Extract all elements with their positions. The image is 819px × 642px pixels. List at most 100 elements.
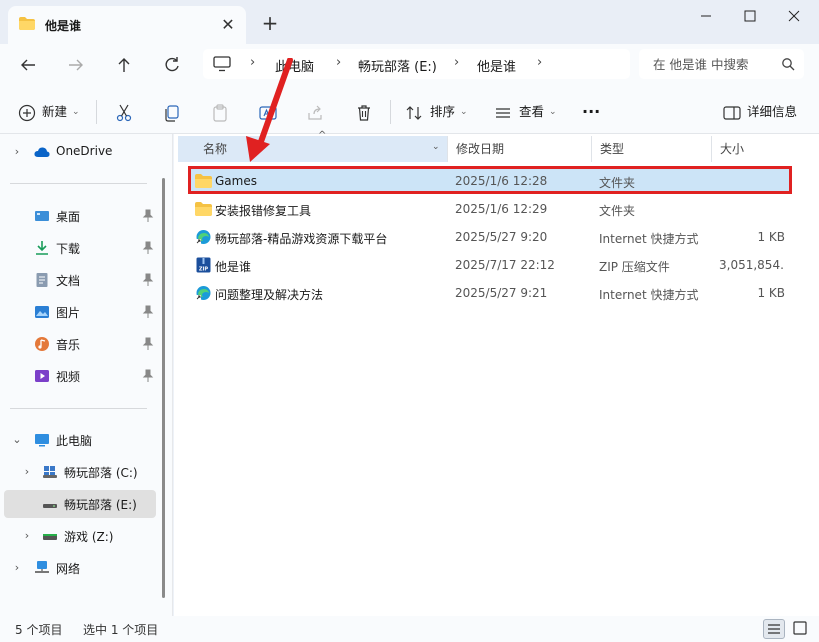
- details-pane-icon: [723, 106, 741, 120]
- forward-button[interactable]: [63, 52, 89, 78]
- address-row: › 此电脑 › 畅玩部落 (E:) › 他是谁 ›: [0, 44, 819, 86]
- command-bar: 新建 ⌄ 排序 ⌄ 查看 ⌄ ··· 详细信息: [0, 86, 819, 134]
- pin-icon[interactable]: [142, 369, 154, 383]
- music-icon: [35, 337, 49, 351]
- sidebar-item-downloads[interactable]: 下载: [4, 234, 156, 262]
- sidebar-item-videos[interactable]: 视频: [4, 362, 156, 390]
- file-date: 2025/5/27 9:21: [455, 286, 548, 300]
- new-tab-button[interactable]: +: [258, 12, 282, 36]
- arrow-up-icon: [118, 58, 130, 72]
- network-icon: [35, 561, 49, 573]
- file-date: 2025/1/6 12:29: [455, 202, 548, 216]
- chevron-right-icon: ›: [537, 55, 543, 70]
- column-header-size[interactable]: 大小: [712, 136, 792, 162]
- computer-icon: [213, 56, 231, 72]
- item-count: 5 个项目: [15, 623, 63, 637]
- tab-current[interactable]: 他是谁 ✕: [8, 6, 246, 44]
- sidebar-item-this-pc[interactable]: ⌄ 此电脑: [4, 426, 156, 454]
- breadcrumb-drive-e[interactable]: 畅玩部落 (E:): [358, 56, 437, 75]
- column-header-label: 类型: [600, 142, 625, 156]
- column-header-type[interactable]: 类型: [592, 136, 711, 162]
- details-view-button[interactable]: [763, 619, 785, 639]
- search-box[interactable]: [639, 49, 804, 79]
- file-row[interactable]: 安装报错修复工具 2025/1/6 12:29 文件夹: [190, 196, 789, 222]
- sort-button[interactable]: 排序: [430, 102, 455, 122]
- close-window-button[interactable]: [774, 4, 814, 28]
- copy-icon[interactable]: [162, 103, 182, 123]
- more-options-button[interactable]: ···: [582, 102, 600, 122]
- file-name: 安装报错修复工具: [215, 204, 312, 218]
- sidebar-scrollbar[interactable]: [162, 178, 165, 598]
- sidebar-item-pictures[interactable]: 图片: [4, 298, 156, 326]
- selection-count: 选中 1 个项目: [83, 623, 159, 637]
- file-date: 2025/5/27 9:20: [455, 230, 548, 244]
- close-icon: [788, 10, 800, 22]
- column-header-label: 大小: [720, 142, 745, 156]
- file-row[interactable]: 问题整理及解决方法 2025/5/27 9:21 Internet 快捷方式 1…: [190, 280, 789, 306]
- close-tab-icon[interactable]: ✕: [218, 15, 238, 35]
- maximize-button[interactable]: [730, 4, 770, 28]
- view-icon: [496, 108, 510, 118]
- chevron-down-icon: ⌄: [549, 107, 557, 117]
- pin-icon[interactable]: [142, 209, 154, 223]
- sidebar-item-documents[interactable]: 文档: [4, 266, 156, 294]
- sidebar-divider: [10, 408, 147, 409]
- delete-icon[interactable]: [354, 103, 374, 123]
- details-button[interactable]: 详细信息: [747, 102, 797, 122]
- cloud-icon: [34, 147, 50, 157]
- sidebar-item-network[interactable]: › 网络: [4, 554, 156, 582]
- breadcrumb-current-folder[interactable]: 他是谁: [477, 56, 516, 75]
- column-header-label: 修改日期: [456, 142, 505, 156]
- search-icon: [782, 58, 795, 71]
- cut-icon[interactable]: [114, 103, 134, 123]
- refresh-button[interactable]: [159, 52, 185, 78]
- pin-icon[interactable]: [142, 241, 154, 255]
- svg-text:ZIP: ZIP: [199, 267, 208, 273]
- chevron-right-icon[interactable]: ›: [12, 145, 22, 159]
- tiles-view-button[interactable]: [790, 619, 812, 639]
- navigation-pane: › OneDrive 桌面 下载 文档 图片 音乐 视频 ⌄ 此电脑 › 畅玩部…: [0, 134, 173, 616]
- chevron-right-icon[interactable]: ›: [22, 529, 32, 543]
- file-name: 问题整理及解决方法: [215, 288, 324, 302]
- view-button[interactable]: 查看: [519, 102, 544, 122]
- sidebar-item-drive-c[interactable]: › 畅玩部落 (C:): [4, 458, 156, 486]
- sidebar-item-desktop[interactable]: 桌面: [4, 202, 156, 230]
- sidebar-item-drive-e[interactable]: 畅玩部落 (E:): [4, 490, 156, 518]
- chevron-right-icon[interactable]: ›: [22, 465, 32, 479]
- column-header-name[interactable]: 名称: [178, 136, 447, 162]
- new-button[interactable]: 新建: [42, 102, 67, 122]
- zip-icon: ZIP: [196, 257, 211, 273]
- file-type: Internet 快捷方式: [599, 232, 699, 246]
- system-drive-icon: [43, 466, 57, 478]
- chevron-down-icon[interactable]: ⌄: [12, 433, 22, 447]
- sidebar-item-onedrive[interactable]: › OneDrive: [4, 138, 156, 166]
- sort-icon: [406, 106, 422, 120]
- up-button[interactable]: [111, 52, 137, 78]
- video-icon: [35, 370, 49, 382]
- share-icon[interactable]: [306, 103, 326, 123]
- file-row[interactable]: 畅玩部落-精品游戏资源下载平台 2025/5/27 9:20 Internet …: [190, 224, 789, 250]
- desktop-icon: [35, 211, 49, 221]
- drive-icon: [43, 534, 57, 540]
- pin-icon[interactable]: [142, 337, 154, 351]
- sidebar-item-label: 游戏 (Z:): [64, 530, 114, 544]
- file-row[interactable]: ZIP 他是谁 2025/7/17 22:12 ZIP 压缩文件 3,051,8…: [190, 252, 789, 278]
- sidebar-item-music[interactable]: 音乐: [4, 330, 156, 358]
- folder-icon: [195, 202, 212, 216]
- back-button[interactable]: [15, 52, 41, 78]
- search-input[interactable]: [639, 49, 779, 79]
- column-header-date[interactable]: 修改日期: [448, 136, 591, 162]
- pin-icon[interactable]: [142, 273, 154, 287]
- toolbar-divider: [390, 100, 391, 124]
- paste-icon[interactable]: [210, 103, 230, 123]
- chevron-down-icon[interactable]: ⌄: [432, 142, 440, 152]
- list-view-icon: [768, 624, 780, 634]
- minimize-button[interactable]: [686, 4, 726, 28]
- chevron-right-icon[interactable]: ›: [12, 561, 22, 575]
- chevron-down-icon: ⌄: [460, 107, 468, 117]
- sidebar-item-label: 下载: [56, 242, 81, 256]
- chevron-down-icon: ⌄: [72, 107, 80, 117]
- sidebar-item-drive-z[interactable]: › 游戏 (Z:): [4, 522, 156, 550]
- pin-icon[interactable]: [142, 305, 154, 319]
- title-bar: 他是谁 ✕ +: [0, 0, 819, 44]
